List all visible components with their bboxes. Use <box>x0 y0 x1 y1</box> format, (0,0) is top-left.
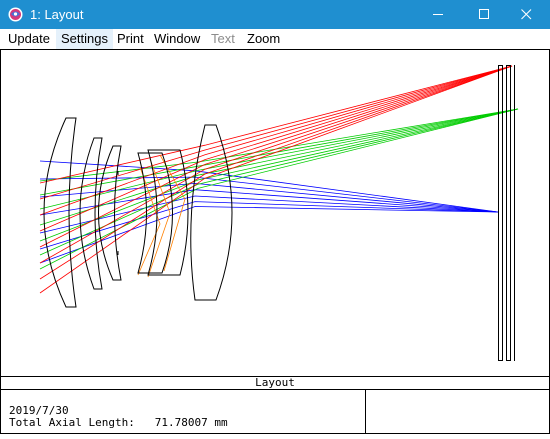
menu-update[interactable]: Update <box>2 29 58 49</box>
zemax-app-icon <box>8 7 23 22</box>
axial-length-label: Total Axial Length: <box>9 416 135 429</box>
minimize-icon <box>433 14 443 15</box>
menu-window[interactable]: Window <box>150 29 204 49</box>
menu-bar: Update Settings Print Window Text Zoom <box>0 29 550 50</box>
window-title: 1: Layout <box>30 7 84 22</box>
menu-zoom[interactable]: Zoom <box>243 29 287 49</box>
menu-settings[interactable]: Settings <box>56 29 113 49</box>
minimize-button[interactable] <box>416 0 462 29</box>
menu-print[interactable]: Print <box>113 29 149 49</box>
title-bar[interactable]: 1: Layout <box>0 0 550 29</box>
axial-length-row: Total Axial Length: 71.78007 mm <box>9 416 228 429</box>
maximize-button[interactable] <box>462 0 508 29</box>
layout-window: 1: Layout Update Settings Print Window T… <box>0 0 550 434</box>
axial-length-value: 71.78007 mm <box>154 416 228 429</box>
close-icon <box>521 9 532 20</box>
menu-text[interactable]: Text <box>207 29 243 49</box>
close-button[interactable] <box>504 0 550 29</box>
layout-plot: Layout <box>0 49 550 434</box>
layout-canvas[interactable]: Layout 2019/7/30 Total Axial Length: 71.… <box>0 49 550 434</box>
maximize-icon <box>479 9 489 19</box>
layout-caption: Layout <box>255 376 295 389</box>
